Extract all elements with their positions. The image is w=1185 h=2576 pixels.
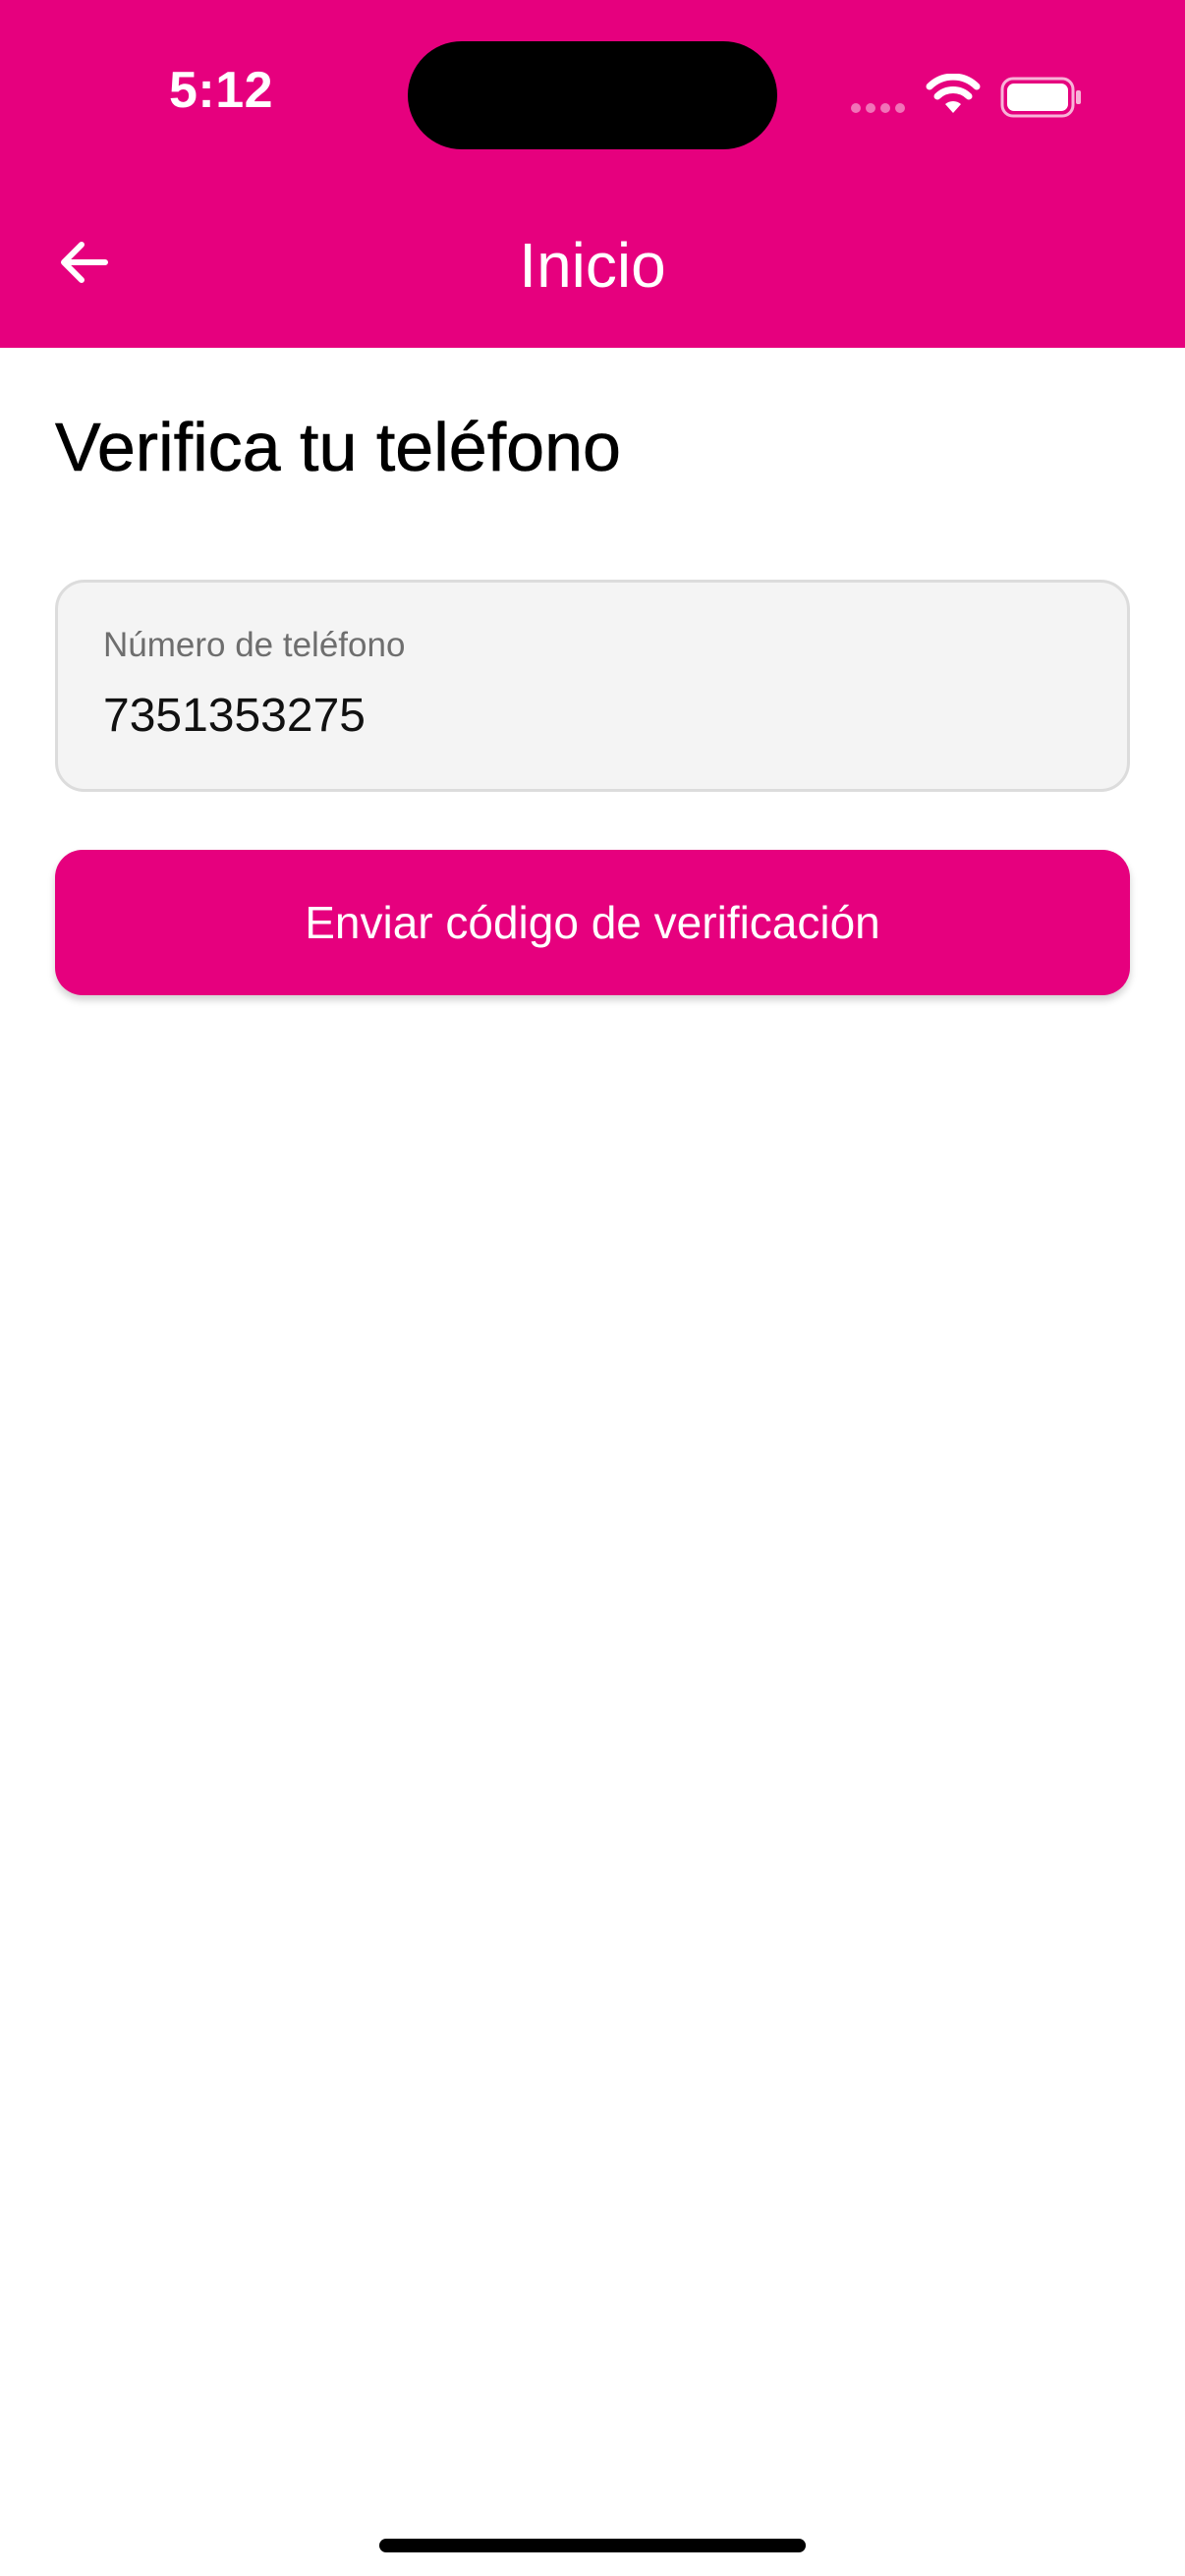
status-time: 5:12 xyxy=(168,62,274,119)
phone-number-input[interactable] xyxy=(103,689,1066,743)
nav-title: Inicio xyxy=(519,230,666,301)
wifi-icon xyxy=(926,74,981,113)
phone-number-label: Número de teléfono xyxy=(103,626,406,664)
phone-number-field[interactable]: Número de teléfono xyxy=(55,580,1130,792)
home-indicator[interactable] xyxy=(379,2539,806,2552)
dynamic-island xyxy=(408,41,777,149)
battery-icon xyxy=(1000,77,1081,118)
send-verification-code-label: Enviar código de verificación xyxy=(305,897,880,948)
app-header: 5:12 Inicio xyxy=(0,0,1185,348)
page-title: Verifica tu teléfono xyxy=(55,409,622,486)
send-verification-code-button[interactable]: Enviar código de verificación xyxy=(55,850,1130,995)
cellular-signal-icon xyxy=(851,103,905,113)
